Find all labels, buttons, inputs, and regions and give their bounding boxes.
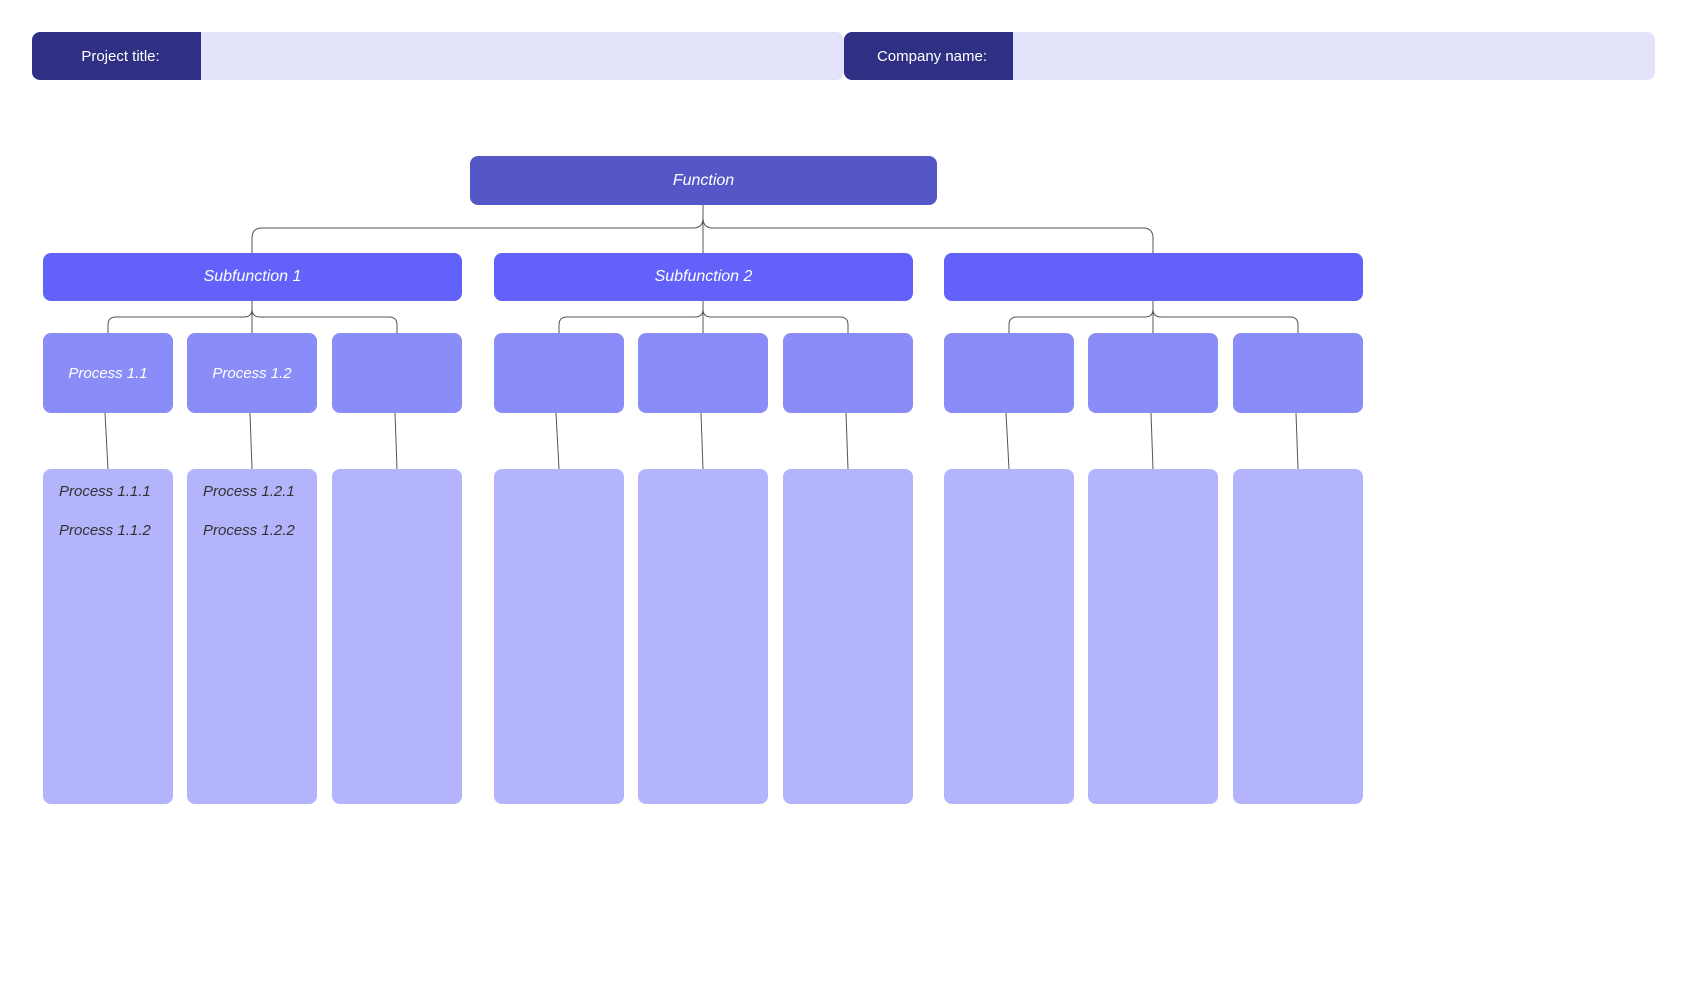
process-1-1[interactable]: Process 1.1 xyxy=(43,333,173,413)
process-3-1[interactable] xyxy=(944,333,1074,413)
subprocess-item: Process 1.1.2 xyxy=(59,522,151,539)
subprocess-col-3[interactable] xyxy=(332,469,462,804)
subfunction-3[interactable] xyxy=(944,253,1363,301)
process-2-1[interactable] xyxy=(494,333,624,413)
subprocess-item: Process 1.2.1 xyxy=(203,483,295,500)
subprocess-col-9[interactable] xyxy=(1233,469,1363,804)
process-3-3[interactable] xyxy=(1233,333,1363,413)
subprocess-col-1[interactable]: Process 1.1.1 Process 1.1.2 xyxy=(43,469,173,804)
subprocess-col-6[interactable] xyxy=(783,469,913,804)
subprocess-col-4[interactable] xyxy=(494,469,624,804)
subfunction-1[interactable]: Subfunction 1 xyxy=(43,253,462,301)
process-1-2[interactable]: Process 1.2 xyxy=(187,333,317,413)
subprocess-item: Process 1.2.2 xyxy=(203,522,295,539)
function-root[interactable]: Function xyxy=(470,156,937,205)
subprocess-col-5[interactable] xyxy=(638,469,768,804)
process-3-2[interactable] xyxy=(1088,333,1218,413)
subprocess-item: Process 1.1.1 xyxy=(59,483,151,500)
process-1-3[interactable] xyxy=(332,333,462,413)
subprocess-col-8[interactable] xyxy=(1088,469,1218,804)
subprocess-col-2[interactable]: Process 1.2.1 Process 1.2.2 xyxy=(187,469,317,804)
subprocess-col-7[interactable] xyxy=(944,469,1074,804)
process-2-2[interactable] xyxy=(638,333,768,413)
diagram-canvas: Function Subfunction 1 Subfunction 2 Pro… xyxy=(0,0,1687,1007)
process-2-3[interactable] xyxy=(783,333,913,413)
subfunction-2[interactable]: Subfunction 2 xyxy=(494,253,913,301)
